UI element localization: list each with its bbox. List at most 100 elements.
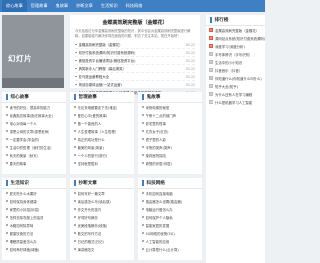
article-link[interactable]: 智能家居的发展 bbox=[138, 221, 202, 229]
headline-item-text[interactable]: 知识付费系统源码(知识付费系统源码) bbox=[79, 50, 184, 55]
article-link[interactable]: 优美段落摘抄(段落) bbox=[70, 221, 134, 229]
category-title[interactable]: 生活知识 bbox=[11, 180, 29, 186]
article-title[interactable]: 云计算是什么(云计算) bbox=[146, 247, 179, 252]
slideshow-banner[interactable]: 幻灯片 bbox=[2, 15, 64, 88]
rank-item-text[interactable]: 生活中的小小知识 bbox=[215, 60, 242, 65]
article-link[interactable]: 散文的写作方法 bbox=[70, 229, 134, 237]
rank-item[interactable]: 7 你知道什么(你知道什么叫什么) bbox=[206, 74, 265, 82]
article-link[interactable]: 怎样去除衣服上的油渍 bbox=[2, 213, 66, 221]
article-link[interactable]: 坚持就是胜利 bbox=[70, 159, 134, 167]
article-title[interactable]: 演讲稿范文 bbox=[78, 247, 95, 252]
rank-item[interactable]: 9 为什么还有人在学习编程 bbox=[206, 90, 265, 98]
article-title[interactable]: 散文的写作方法 bbox=[78, 231, 102, 236]
article-link[interactable]: 秋天的美景（秋天） bbox=[2, 151, 66, 159]
headline-item[interactable]: 微信投资平台赚钱项目(微信投资平台) 05-22 bbox=[75, 57, 195, 65]
category-title[interactable]: 鬼故事 bbox=[147, 94, 161, 100]
article-link[interactable]: 做一个善良的人 bbox=[70, 119, 134, 127]
article-link[interactable]: 人生哲理故事（人生哲理） bbox=[70, 127, 134, 135]
article-title[interactable]: 深夜电梯的秘密 bbox=[146, 105, 170, 110]
article-link[interactable]: 作文开头的技巧 bbox=[70, 205, 134, 213]
article-title[interactable]: 睡眠质量差怎么办 bbox=[10, 239, 37, 244]
rank-item-text[interactable]: 抖音音乐（抖音） bbox=[215, 68, 242, 73]
article-title[interactable]: 感恩父母的文章(感恩老师) bbox=[10, 129, 50, 134]
article-title[interactable]: 一定要学会(学会的) bbox=[10, 137, 40, 142]
headline-item[interactable]: 亚马逊运营教程大全 05-22 bbox=[75, 73, 195, 81]
article-title[interactable]: 经典励志故事(励志故事大全) bbox=[10, 113, 53, 118]
article-title[interactable]: 智能家居的发展 bbox=[146, 223, 170, 228]
rank-item-text[interactable]: 源码站点系统(知识付费系统源码) bbox=[215, 36, 265, 41]
article-title[interactable]: 如何写好一篇文章 bbox=[78, 191, 105, 196]
article-link[interactable]: 如何养好绿植(绿植) bbox=[2, 245, 66, 253]
article-title[interactable]: 读书的好处，提高你的能力 bbox=[10, 105, 51, 110]
nav-item[interactable]: 综心故事 bbox=[2, 0, 27, 12]
article-link[interactable]: 如何保护个人隐私 bbox=[138, 213, 202, 221]
article-link[interactable]: 家里的小妙招(妙招) bbox=[2, 205, 66, 213]
article-title[interactable]: 读后感怎么写(读后感) bbox=[78, 199, 111, 204]
article-link[interactable]: 手机如何连接电脑 bbox=[138, 189, 202, 197]
article-title[interactable]: 秋天的美景（秋天） bbox=[10, 153, 41, 158]
headline-item-text[interactable]: 简创自媒体运营(一站式运营) bbox=[79, 82, 184, 87]
article-title[interactable]: 春天的故事 bbox=[10, 161, 27, 166]
article-title[interactable]: 半夜的哭声(哭声) bbox=[146, 145, 172, 150]
rank-item[interactable]: 1 金蝶高效刷完整版（金蝶花） bbox=[206, 26, 265, 34]
article-link[interactable]: 爱在心中(爱的故事) bbox=[70, 111, 134, 119]
article-title[interactable]: 5G网络的优势(5G) bbox=[146, 231, 175, 236]
rank-item[interactable]: 10 什么是机器学习人工智能 bbox=[206, 98, 265, 106]
article-link[interactable]: 好词好句摘抄 bbox=[70, 213, 134, 221]
article-title[interactable]: 坚持就是胜利 bbox=[78, 161, 98, 166]
rank-item[interactable]: 2 源码站点系统(知识付费系统源码) bbox=[206, 34, 265, 42]
nav-item[interactable]: 抄断文章 bbox=[72, 0, 97, 12]
article-link[interactable]: 用心对待每一个人 bbox=[2, 119, 66, 127]
rank-item-text[interactable]: 金蝶高效刷完整版（金蝶花） bbox=[215, 28, 259, 33]
rank-item-text[interactable]: 手写体辨识（手写识别） bbox=[215, 52, 252, 57]
article-title[interactable]: 做一个善良的人 bbox=[78, 121, 102, 126]
headline-item-text[interactable]: 微信投资平台赚钱项目(微信投资平台) bbox=[79, 58, 184, 63]
rank-item[interactable]: 5 生活中的小小知识 bbox=[206, 58, 265, 66]
article-title[interactable]: 健康饮食的方法 bbox=[10, 231, 34, 236]
category-title[interactable]: 科技网络 bbox=[147, 180, 165, 186]
article-link[interactable]: 5G网络的优势(5G) bbox=[138, 229, 202, 237]
article-link[interactable]: 如何保持身体健康 bbox=[2, 197, 66, 205]
article-link[interactable]: 夏天吃什么水果好 bbox=[2, 189, 66, 197]
article-link[interactable]: 电脑运行慢怎么办 bbox=[138, 205, 202, 213]
headline-item[interactable]: 简创自媒体运营(一站式运营) 05-22 bbox=[75, 81, 195, 89]
article-title[interactable]: 好词好句摘抄 bbox=[78, 215, 98, 220]
rank-item[interactable]: 3 深度学习(深度分析) bbox=[206, 42, 265, 50]
article-title[interactable]: 废弃医院探险 bbox=[146, 153, 166, 158]
category-title[interactable]: 哲理故事 bbox=[79, 94, 97, 100]
article-title[interactable]: 老宅里的怪事 bbox=[146, 121, 166, 126]
article-link[interactable]: 云计算是什么(云计算) bbox=[138, 245, 202, 253]
headline-item[interactable]: 知识付费系统源码(知识付费系统源码) 05-22 bbox=[75, 49, 195, 57]
headline-title[interactable]: 金蝶高效刷完整版（金蝶花） bbox=[75, 19, 195, 26]
article-title[interactable]: 日记的格式(日记) bbox=[78, 239, 104, 244]
article-title[interactable]: 电脑运行慢怎么办 bbox=[146, 207, 173, 212]
article-title[interactable]: 夏天吃什么水果好 bbox=[10, 191, 37, 196]
article-link[interactable]: 经典励志故事(励志故事大全) bbox=[2, 111, 66, 119]
article-link[interactable]: 午夜十二点的敲门声 bbox=[138, 111, 202, 119]
article-link[interactable]: 健康饮食的方法 bbox=[2, 229, 66, 237]
rank-item[interactable]: 8 知乎大全(知乎) bbox=[206, 82, 265, 90]
nav-item[interactable]: 生活知识 bbox=[97, 0, 122, 12]
headline-item[interactable]: 金蝶高效刷完整版（金蝶花） 05-22 bbox=[75, 41, 195, 49]
article-link[interactable]: 演讲稿范文 bbox=[70, 245, 134, 253]
nav-item[interactable]: 哲理故事 bbox=[27, 0, 52, 12]
article-title[interactable]: 路由器怎么设置(路由器) bbox=[146, 199, 183, 204]
article-title[interactable]: 生活中的哲理（我们的生活） bbox=[10, 145, 54, 150]
rank-item-text[interactable]: 你知道什么(你知道什么叫什么) bbox=[215, 76, 262, 81]
article-link[interactable]: 半夜的哭声(哭声) bbox=[138, 143, 202, 151]
article-title[interactable]: 作文开头的技巧 bbox=[78, 207, 102, 212]
article-link[interactable]: 无论多难都要走下去(难走) bbox=[70, 103, 134, 111]
rank-item-text[interactable]: 什么是机器学习人工智能 bbox=[215, 100, 252, 105]
article-title[interactable]: 真正的成功是什么 bbox=[78, 137, 105, 142]
article-title[interactable]: 最美的风景(风景) bbox=[78, 145, 104, 150]
article-link[interactable]: 真正的成功是什么 bbox=[70, 135, 134, 143]
article-title[interactable]: 手机如何连接电脑 bbox=[146, 191, 173, 196]
article-link[interactable]: 最美的风景(风景) bbox=[70, 143, 134, 151]
article-title[interactable]: 无论多难都要走下去(难走) bbox=[78, 105, 118, 110]
article-link[interactable]: 老宅里的怪事 bbox=[138, 119, 202, 127]
rank-item[interactable]: 4 手写体辨识（手写识别） bbox=[206, 50, 265, 58]
rank-item-text[interactable]: 为什么还有人在学习编程 bbox=[215, 92, 252, 97]
article-link[interactable]: 生活中的哲理（我们的生活） bbox=[2, 143, 66, 151]
headline-item-text[interactable]: 金蝶高效刷完整版（金蝶花） bbox=[79, 42, 184, 47]
nav-item[interactable]: 鬼故事 bbox=[52, 0, 73, 12]
